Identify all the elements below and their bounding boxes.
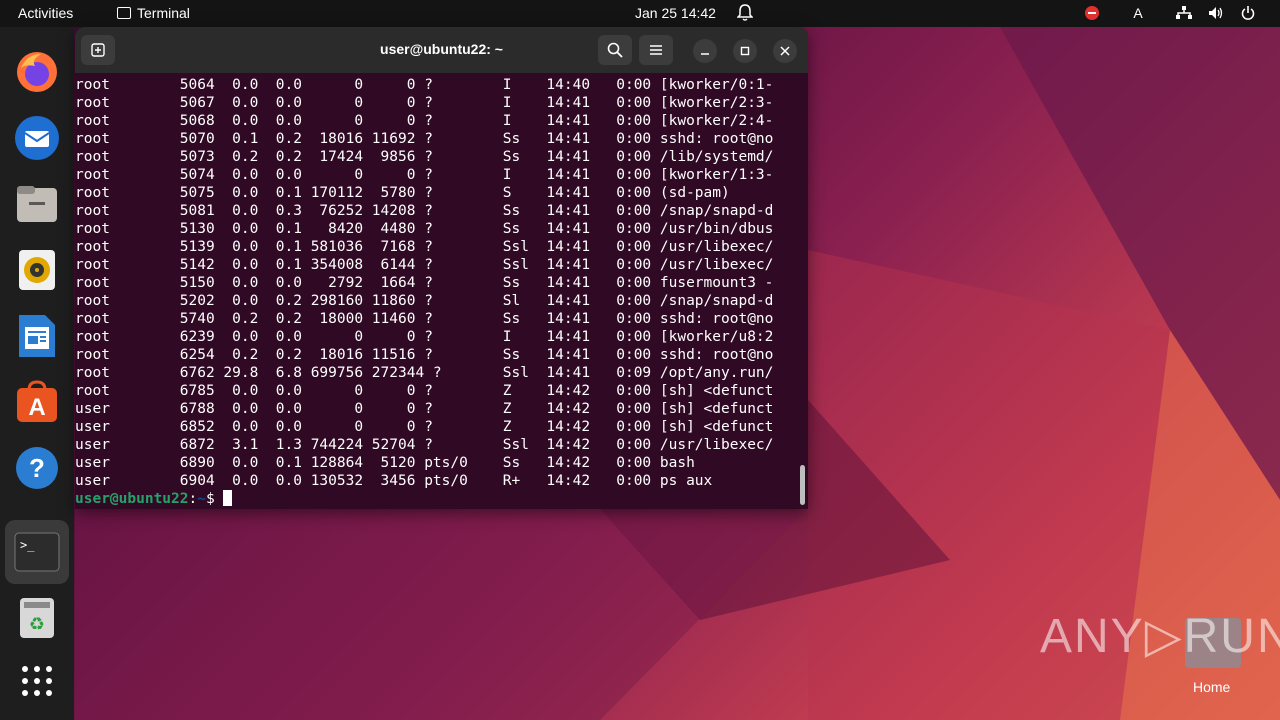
prompt-user: user@ubuntu22 — [75, 491, 189, 507]
prompt-symbol: $ — [205, 491, 224, 507]
app-center-icon[interactable]: A — [13, 378, 61, 426]
files-icon[interactable] — [13, 180, 61, 228]
home-label[interactable]: Home — [1193, 679, 1230, 695]
terminal-line: user 6904 0.0 0.0 130532 3456 pts/0 R+ 1… — [75, 473, 713, 489]
scrollbar[interactable] — [800, 465, 805, 505]
terminal-line: root 5139 0.0 0.1 581036 7168 ? Ssl 14:4… — [75, 239, 774, 255]
network-icon[interactable] — [1172, 4, 1196, 22]
text-cursor — [223, 490, 233, 506]
search-button[interactable] — [598, 35, 632, 65]
search-icon — [607, 42, 623, 58]
terminal-line: user 6852 0.0 0.0 0 0 ? Z 14:42 0:00 [sh… — [75, 419, 774, 435]
terminal-line: user 6890 0.0 0.1 128864 5120 pts/0 Ss 1… — [75, 455, 695, 471]
maximize-button[interactable] — [733, 39, 757, 63]
thunderbird-icon[interactable] — [13, 114, 61, 162]
terminal-line: root 6254 0.2 0.2 18016 11516 ? Ss 14:41… — [75, 347, 774, 363]
terminal-lines: root 5064 0.0 0.0 0 0 ? I 14:40 0:00 [kw… — [75, 76, 808, 490]
terminal-line: root 5070 0.1 0.2 18016 11692 ? Ss 14:41… — [75, 131, 774, 147]
keyboard-layout[interactable]: A — [1126, 4, 1150, 22]
svg-text:♻: ♻ — [29, 614, 45, 635]
terminal-line: root 5075 0.0 0.1 170112 5780 ? S 14:41 … — [75, 185, 730, 201]
terminal-line: root 5740 0.2 0.2 18000 11460 ? Ss 14:41… — [75, 311, 774, 327]
system-tray[interactable]: A — [1072, 4, 1260, 22]
terminal-output[interactable]: root 5064 0.0 0.0 0 0 ? I 14:40 0:00 [kw… — [75, 73, 808, 509]
terminal-line: root 5142 0.0 0.1 354008 6144 ? Ssl 14:4… — [75, 257, 774, 273]
show-apps-icon[interactable] — [13, 657, 61, 705]
terminal-window[interactable]: user@ubuntu22: ~ root 5064 0.0 0.0 0 0 ?… — [75, 27, 808, 509]
volume-icon[interactable] — [1204, 4, 1228, 22]
activities-button[interactable]: Activities — [18, 5, 73, 21]
terminal-line: root 5130 0.0 0.1 8420 4480 ? Ss 14:41 0… — [75, 221, 774, 237]
app-menu[interactable]: Terminal — [117, 5, 190, 21]
trash-icon[interactable]: ♻ — [13, 594, 61, 642]
prompt-path: ~ — [197, 491, 206, 507]
terminal-app-icon — [117, 7, 131, 19]
terminal-line: root 5067 0.0 0.0 0 0 ? I 14:41 0:00 [kw… — [75, 95, 774, 111]
do-not-disturb-icon[interactable] — [1080, 4, 1104, 22]
bell-icon[interactable] — [736, 4, 754, 25]
terminal-line: user 6872 3.1 1.3 744224 52704 ? Ssl 14:… — [75, 437, 774, 453]
clock[interactable]: Jan 25 14:42 — [635, 5, 716, 21]
top-bar: Activities Terminal Jan 25 14:42 A — [0, 0, 1280, 27]
terminal-line: root 5074 0.0 0.0 0 0 ? I 14:41 0:00 [kw… — [75, 167, 774, 183]
firefox-icon[interactable] — [13, 48, 61, 96]
terminal-line: root 5068 0.0 0.0 0 0 ? I 14:41 0:00 [kw… — [75, 113, 774, 129]
close-icon — [780, 46, 790, 56]
anyrun-watermark: ANY▷RUN — [1040, 610, 1280, 663]
terminal-line: root 6762 29.8 6.8 699756 272344 ? Ssl 1… — [75, 365, 774, 381]
menu-button[interactable] — [639, 35, 673, 65]
writer-icon[interactable] — [13, 312, 61, 360]
hamburger-icon — [650, 45, 662, 55]
terminal-line: root 5081 0.0 0.3 76252 14208 ? Ss 14:41… — [75, 203, 774, 219]
close-button[interactable] — [773, 39, 797, 63]
terminal-icon[interactable]: >_ — [5, 520, 69, 584]
terminal-line: root 5073 0.2 0.2 17424 9856 ? Ss 14:41 … — [75, 149, 774, 165]
terminal-headerbar[interactable]: user@ubuntu22: ~ — [75, 27, 808, 73]
minimize-button[interactable] — [693, 39, 717, 63]
prompt-separator: : — [188, 491, 198, 507]
help-icon[interactable]: ? — [13, 444, 61, 492]
terminal-line: root 5202 0.0 0.2 298160 11860 ? Sl 14:4… — [75, 293, 774, 309]
power-icon[interactable] — [1236, 4, 1260, 22]
app-name: Terminal — [137, 5, 190, 21]
prompt-line[interactable]: user@ubuntu22:~$ — [75, 490, 808, 508]
terminal-line: user 6788 0.0 0.0 0 0 ? Z 14:42 0:00 [sh… — [75, 401, 774, 417]
terminal-line: root 6239 0.0 0.0 0 0 ? I 14:41 0:00 [kw… — [75, 329, 774, 345]
svg-text:?: ? — [29, 453, 45, 483]
terminal-line: root 5064 0.0 0.0 0 0 ? I 14:40 0:00 [kw… — [75, 77, 774, 93]
terminal-line: root 6785 0.0 0.0 0 0 ? Z 14:42 0:00 [sh… — [75, 383, 774, 399]
dock: A ? >_ ♻ — [0, 27, 74, 720]
rhythmbox-icon[interactable] — [13, 246, 61, 294]
terminal-line: root 5150 0.0 0.0 2792 1664 ? Ss 14:41 0… — [75, 275, 774, 291]
svg-text:>_: >_ — [20, 538, 35, 552]
svg-text:A: A — [28, 394, 45, 421]
